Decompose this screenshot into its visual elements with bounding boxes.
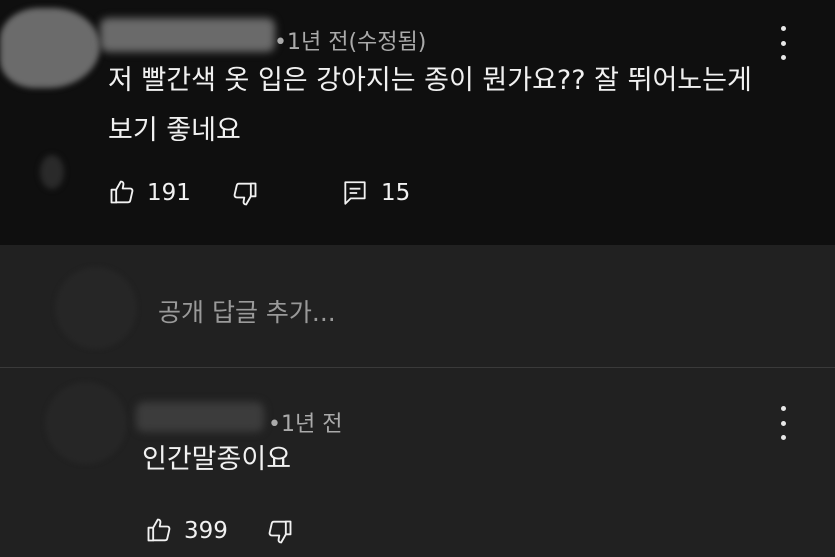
add-reply-section: 공개 답글 추가... [0,245,835,368]
reply-icon[interactable] [342,179,368,207]
reply-comment: •1년 전 인간말종이요 399 [0,368,835,557]
dislike-icon[interactable] [266,518,294,546]
add-reply-input[interactable]: 공개 답글 추가... [158,293,336,329]
comment-thread: •1년 전(수정됨) 저 빨간색 옷 입은 강아지는 종이 뭔가요?? 잘 뛰어… [0,0,835,245]
reply-text: 인간말종이요 [142,444,292,475]
like-icon[interactable] [145,516,173,544]
more-vert-icon[interactable] [773,406,793,440]
author-name[interactable] [100,18,275,52]
comment-text: 저 빨간색 옷 입은 강아지는 종이 뭔가요?? 잘 뛰어노는게 보기 좋네요 [108,56,798,156]
avatar[interactable] [0,8,100,88]
dislike-icon[interactable] [231,180,259,208]
avatar[interactable] [45,382,127,464]
avatar-smudge [40,155,64,189]
comment-text-line1: 저 빨간색 옷 입은 강아지는 종이 뭔가요?? 잘 뛰어노는게 [108,65,752,96]
like-count: 399 [184,518,228,544]
comment-text-line2: 보기 좋네요 [108,115,241,146]
like-icon[interactable] [108,178,136,206]
avatar [55,267,137,349]
comment-meta: •1년 전(수정됨) [274,30,427,55]
more-vert-icon[interactable] [773,26,793,60]
like-count: 191 [147,180,191,206]
reply-count[interactable]: 15 [381,180,410,206]
reply-meta: •1년 전 [268,412,343,437]
author-name[interactable] [136,402,264,432]
